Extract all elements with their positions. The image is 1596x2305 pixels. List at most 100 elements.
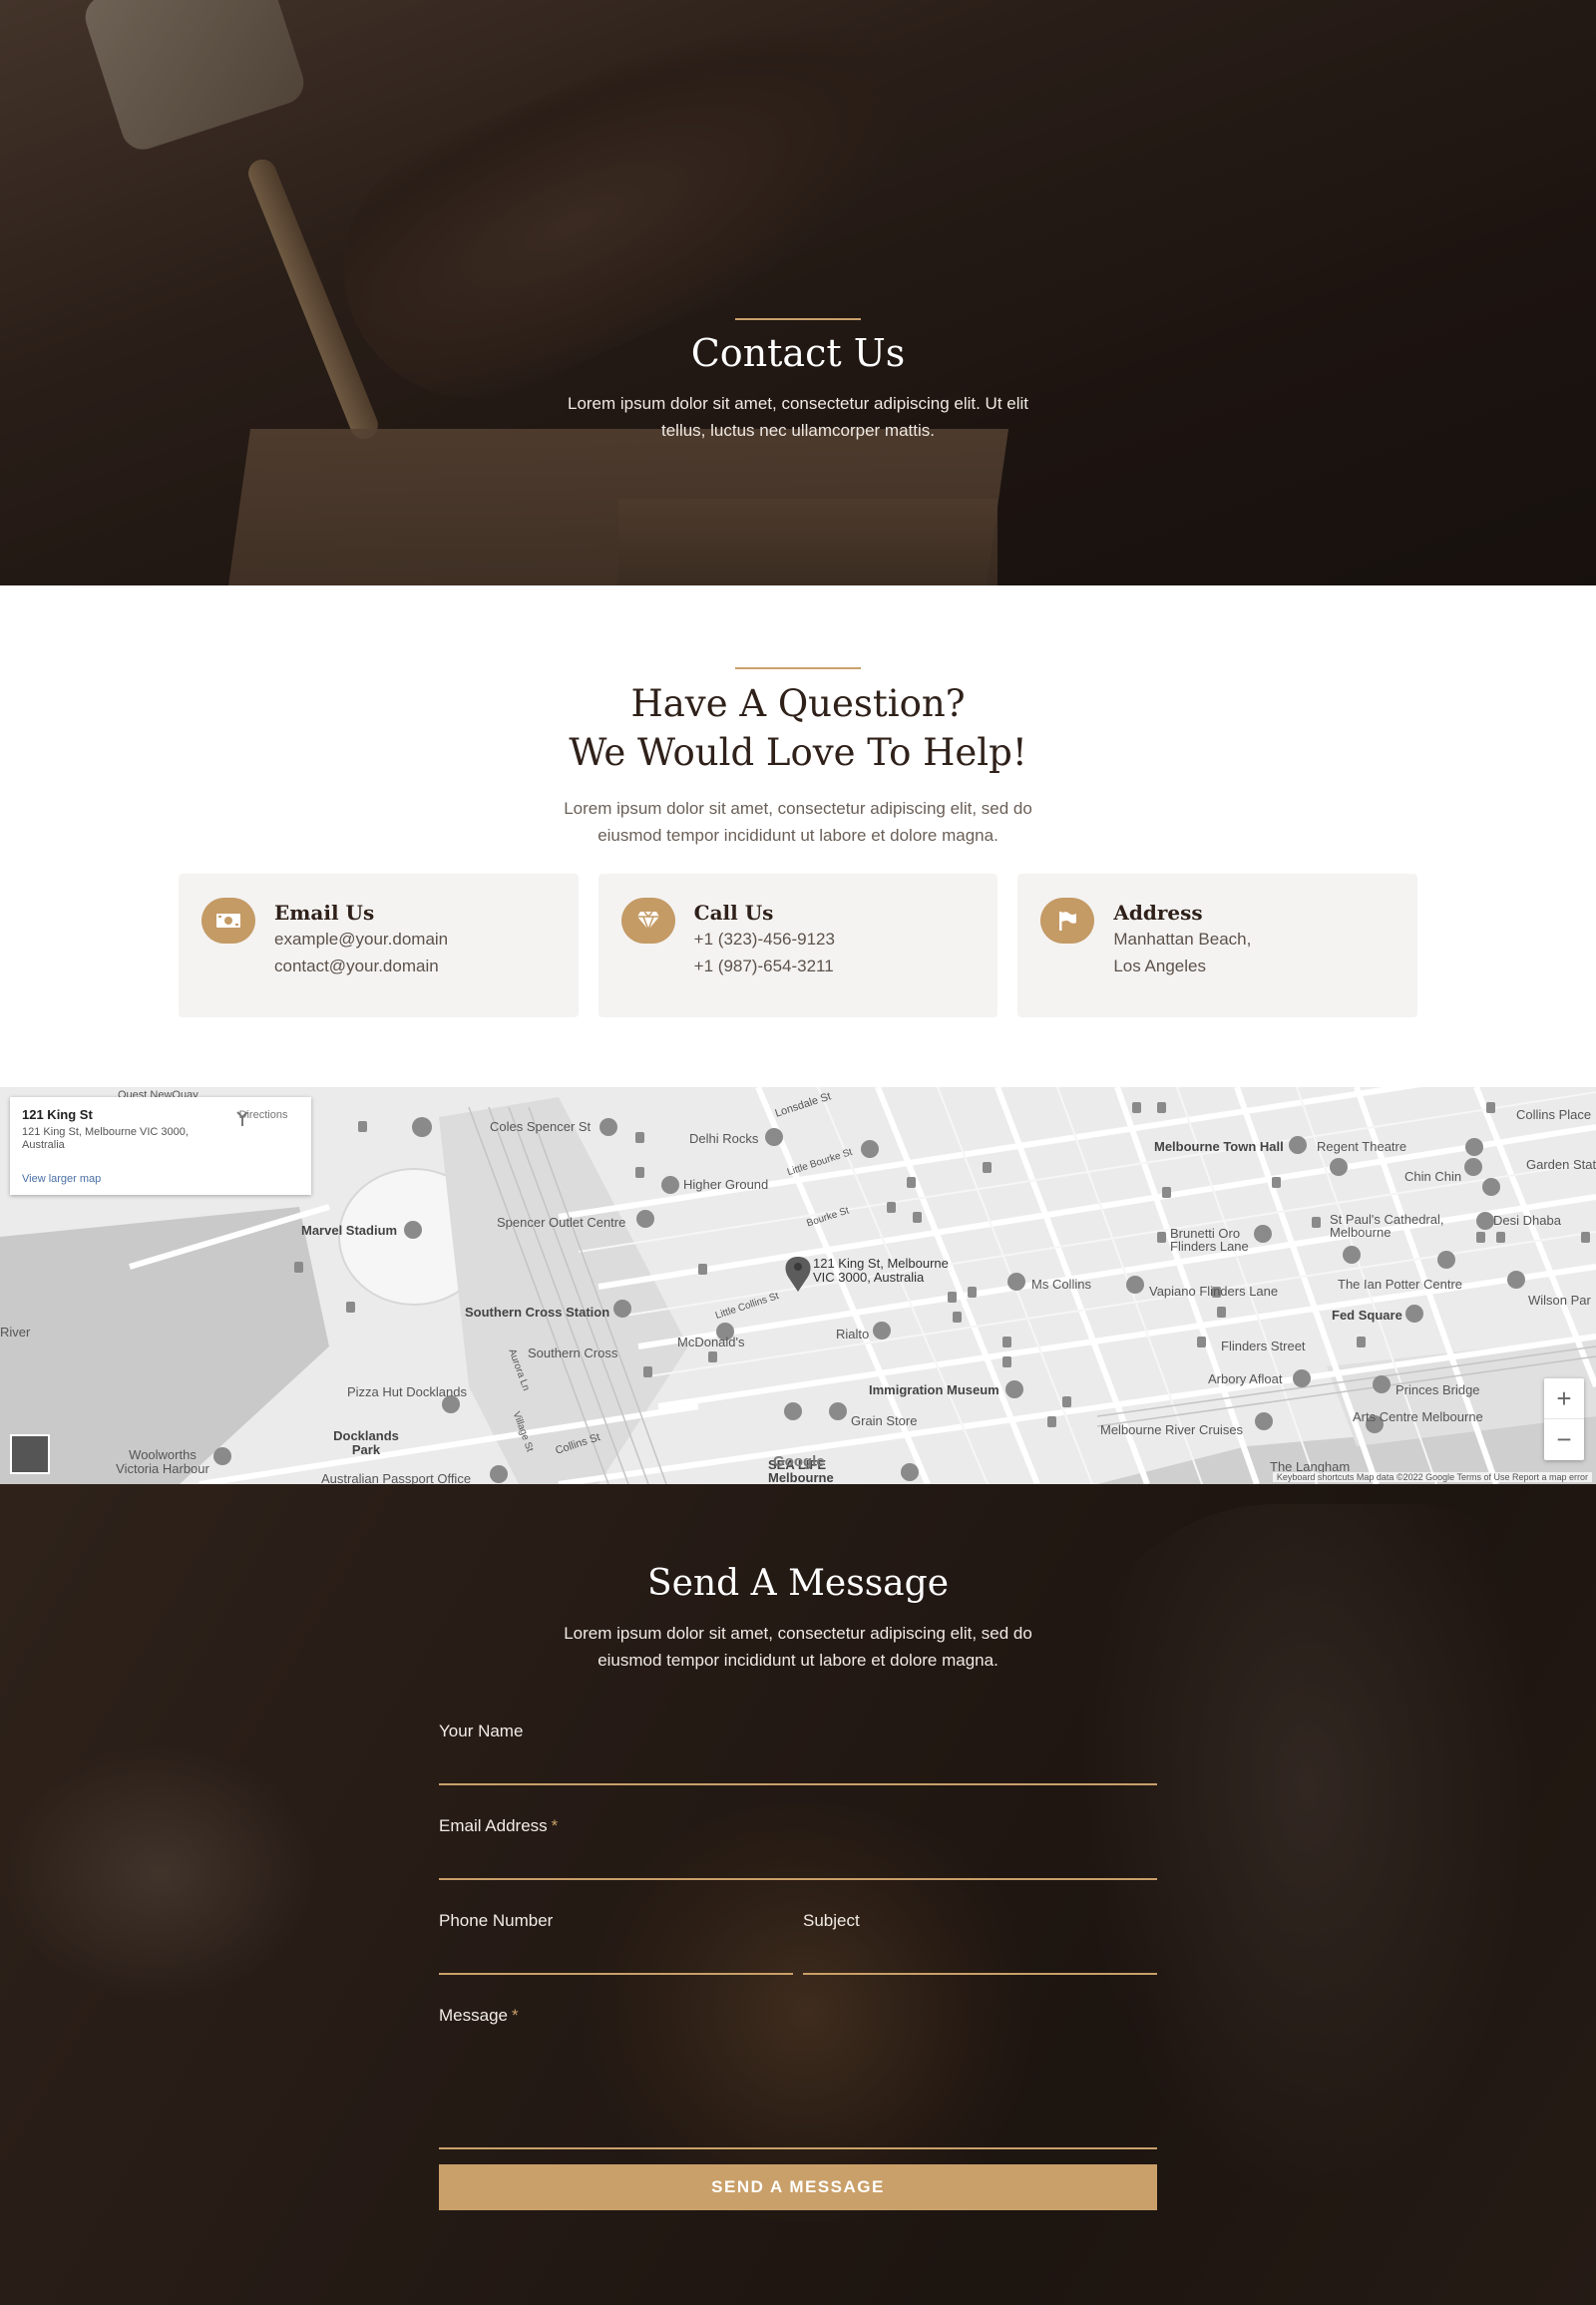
- map-label: Ms Collins: [1031, 1277, 1091, 1292]
- subject-label: Subject: [803, 1911, 860, 1930]
- name-field[interactable]: Your Name: [439, 1722, 1157, 1785]
- email-card: Email Us example@your.domain contact@you…: [179, 874, 579, 1017]
- email-label: Email Address *: [439, 1816, 559, 1835]
- map-label: Desi Dhaba: [1493, 1213, 1561, 1228]
- diamond-icon: [620, 898, 675, 944]
- accent-divider: [735, 318, 861, 320]
- map-label: Fed Square: [1332, 1308, 1402, 1323]
- map-label: Spencer Outlet Centre: [497, 1215, 626, 1230]
- field-underline: [439, 1783, 1157, 1785]
- map-label: Melbourne River Cruises: [1100, 1422, 1244, 1437]
- map-label: Melbourne Town Hall: [1154, 1139, 1284, 1154]
- map-info-card: 121 King St 121 King St, Melbourne VIC 3…: [10, 1097, 311, 1195]
- map-label: Chin Chin: [1404, 1169, 1462, 1184]
- hero-description: Lorem ipsum dolor sit amet, consectetur …: [567, 394, 1029, 440]
- map-label: Australian Passport Office: [321, 1471, 472, 1484]
- zoom-out-button[interactable]: −: [1544, 1419, 1584, 1460]
- map-label: Vapiano Flinders Lane: [1149, 1284, 1279, 1299]
- map-label: Arbory Afloat: [1208, 1371, 1283, 1386]
- send-message-button[interactable]: SEND A MESSAGE: [439, 2164, 1157, 2210]
- map-label: Marvel Stadium: [301, 1223, 398, 1238]
- map-label: Immigration Museum: [869, 1382, 999, 1397]
- field-underline: [439, 2147, 1157, 2149]
- pin-label: 121 King St, Melbourne VIC 3000, Austral…: [813, 1256, 949, 1285]
- name-input[interactable]: [439, 1747, 1157, 1779]
- phone-field[interactable]: Phone Number: [439, 1911, 793, 1975]
- map-label: Coles Spencer St: [490, 1119, 592, 1134]
- map-label: McDonald's: [677, 1335, 745, 1349]
- map-label: Southern Cross: [528, 1345, 618, 1360]
- message-textarea[interactable]: [439, 2032, 1157, 2141]
- map-label: St Paul's Cathedral, Melbourne: [1330, 1212, 1444, 1240]
- subject-field[interactable]: Subject: [803, 1911, 1157, 1975]
- map-label: Docklands Park: [333, 1428, 399, 1457]
- question-section: Have A Question? We Would Love To Help! …: [0, 585, 1596, 1087]
- email-input[interactable]: [439, 1842, 1157, 1874]
- map-label: Higher Ground: [683, 1177, 769, 1192]
- subject-input[interactable]: [803, 1937, 1157, 1969]
- map-label: Arts Centre Melbourne: [1353, 1409, 1483, 1424]
- map-label: Delhi Rocks: [689, 1131, 759, 1146]
- view-larger-map-link[interactable]: View larger map: [22, 1173, 101, 1185]
- email-address-2[interactable]: contact@your.domain: [274, 953, 579, 979]
- field-underline: [439, 1878, 1157, 1880]
- question-header: Have A Question? We Would Love To Help! …: [0, 667, 1596, 849]
- contact-cards: Email Us example@your.domain contact@you…: [179, 874, 1418, 1017]
- email-address-1[interactable]: example@your.domain: [274, 926, 579, 953]
- card-title: Call Us: [693, 901, 774, 925]
- question-description: Lorem ipsum dolor sit amet, consectetur …: [564, 799, 1032, 845]
- zoom-in-button[interactable]: +: [1544, 1378, 1584, 1419]
- map-label: Collins Place: [1516, 1107, 1592, 1122]
- phone-number-1[interactable]: +1 (323)-456-9123: [694, 926, 998, 953]
- map-label: Garden State: [1526, 1157, 1596, 1172]
- hero-section: Contact Us Lorem ipsum dolor sit amet, c…: [0, 0, 1596, 585]
- map-label: Wilson Par: [1528, 1293, 1591, 1308]
- question-title-line1: Have A Question?: [630, 682, 966, 725]
- address-line-2: Los Angeles: [1113, 957, 1206, 975]
- page-title: Contact Us: [690, 331, 906, 375]
- address-line-1: Manhattan Beach,: [1113, 930, 1252, 949]
- field-underline: [439, 1973, 793, 1975]
- message-description: Lorem ipsum dolor sit amet, consectetur …: [564, 1624, 1032, 1670]
- map-label: Woolworths Victoria Harbour: [116, 1447, 209, 1476]
- map-label: The Ian Potter Centre: [1338, 1277, 1463, 1292]
- hero-content: Contact Us Lorem ipsum dolor sit amet, c…: [0, 318, 1596, 444]
- zoom-controls: + −: [1544, 1378, 1584, 1460]
- map-label: Princes Bridge: [1396, 1382, 1480, 1397]
- message-label: Message *: [439, 2006, 519, 2025]
- phone-number-2[interactable]: +1 (987)-654-3211: [694, 953, 998, 979]
- phone-label: Phone Number: [439, 1911, 554, 1930]
- name-label: Your Name: [439, 1722, 524, 1740]
- map-label: Pizza Hut Docklands: [347, 1384, 467, 1399]
- message-section: Send A Message Lorem ipsum dolor sit ame…: [0, 1484, 1596, 2305]
- map-embed[interactable]: Marvel Stadium Coles Spencer St Delhi Ro…: [0, 1087, 1596, 1484]
- map-label: Grain Store: [851, 1413, 918, 1428]
- map-label: River: [0, 1325, 31, 1340]
- message-title: Send A Message: [646, 1563, 949, 1604]
- question-title-line2: We Would Love To Help!: [569, 731, 1027, 774]
- card-title: Email Us: [274, 901, 375, 925]
- directions-icon: [236, 1111, 248, 1126]
- map-label: Rialto: [836, 1327, 870, 1342]
- call-card: Call Us +1 (323)-456-9123 +1 (987)-654-3…: [598, 874, 998, 1017]
- google-logo: Google: [773, 1453, 825, 1470]
- email-field[interactable]: Email Address *: [439, 1816, 1157, 1880]
- map-footer[interactable]: Keyboard shortcuts Map data ©2022 Google…: [1272, 1472, 1592, 1482]
- map-label: Regent Theatre: [1317, 1139, 1407, 1154]
- map-info-address: 121 King St, Melbourne VIC 3000, Austral…: [22, 1126, 189, 1151]
- hero-overlay: [0, 0, 1596, 585]
- phone-input[interactable]: [439, 1937, 793, 1969]
- question-title: Have A Question? We Would Love To Help!: [0, 679, 1596, 777]
- map-type-thumbnail[interactable]: [10, 1434, 50, 1474]
- map-label: Southern Cross Station: [465, 1305, 610, 1320]
- field-underline: [803, 1973, 1157, 1975]
- message-field[interactable]: Message *: [439, 2006, 1157, 2149]
- card-title: Address: [1113, 901, 1203, 925]
- map-label: Flinders Street: [1221, 1339, 1306, 1353]
- message-header: Send A Message Lorem ipsum dolor sit ame…: [0, 1562, 1596, 1674]
- map-label: Brunetti Oro Flinders Lane: [1170, 1226, 1249, 1254]
- money-icon: [201, 898, 255, 944]
- accent-divider: [735, 667, 861, 669]
- directions-button[interactable]: Directions: [233, 1109, 293, 1126]
- address-card: Address Manhattan Beach, Los Angeles: [1017, 874, 1418, 1017]
